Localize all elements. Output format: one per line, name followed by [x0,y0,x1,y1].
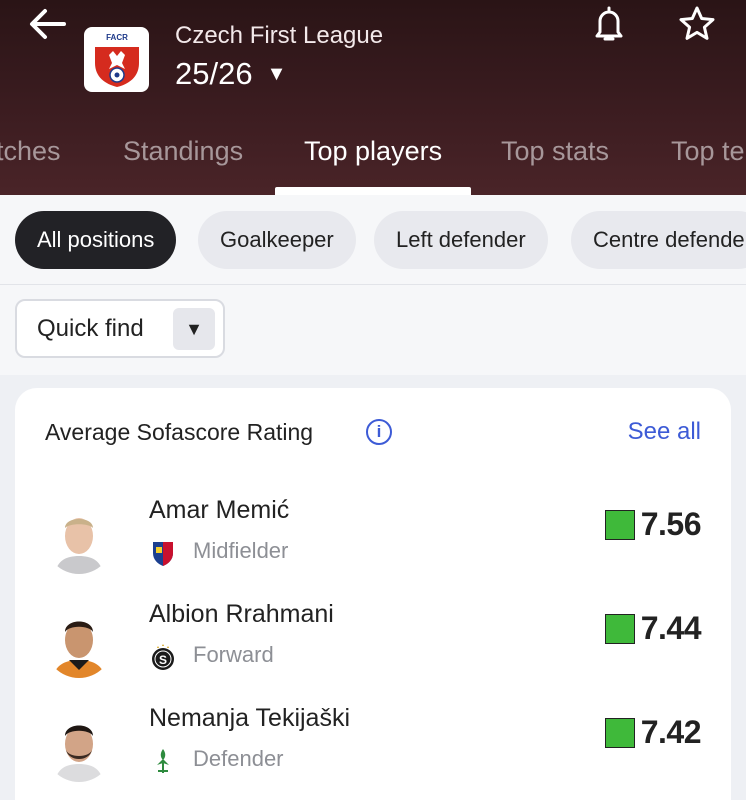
rating-color-square [604,509,635,540]
rating-value: 7.42 [640,714,702,750]
tab-top-players[interactable]: Top players [304,136,442,167]
season-selector[interactable]: 25/26 ▼ [175,56,286,92]
tab-matches[interactable]: tches [0,136,61,167]
dropdown-arrow-icon: ▼ [173,308,215,350]
league-name: Czech First League [175,22,384,49]
sparta-praha-crest-icon: S [151,643,175,671]
player-avatar [45,610,113,678]
quick-find-row: Quick find ▼ [0,285,746,375]
player-row[interactable]: Amar Memić Midfielder 7.56 [15,496,731,600]
active-tab-indicator [275,187,471,195]
average-rating-card: Average Sofascore Rating i See all Amar … [15,388,731,800]
player-row[interactable]: Albion Rrahmani S Forward 7.44 [15,600,731,704]
season-label: 25/26 [175,56,253,91]
notification-bell-button[interactable] [592,4,626,44]
league-header: FACR Czech First League 25/26 ▼ tches St… [0,0,746,195]
tab-top-stats[interactable]: Top stats [501,136,609,167]
filter-centre-defender[interactable]: Centre defende [571,211,746,269]
player-row[interactable]: Nemanja Tekijaški Defender 7.42 [15,704,731,800]
player-avatar [45,714,113,782]
player-position: Defender [193,746,284,771]
back-arrow-icon [30,9,66,39]
bell-icon [595,6,623,41]
tab-standings[interactable]: Standings [123,136,243,167]
position-filter-bar: All positions Goalkeeper Left defender C… [0,195,746,285]
star-icon [679,6,715,40]
favorite-button[interactable] [677,4,717,44]
chevron-down-icon: ▼ [266,62,287,85]
player-position: Forward [193,642,274,667]
back-button[interactable] [26,6,70,42]
rating-value: 7.56 [640,506,702,542]
filter-goalkeeper[interactable]: Goalkeeper [198,211,356,269]
quick-find-dropdown[interactable]: Quick find ▼ [15,299,225,358]
rating-badge: 7.56 [604,506,702,543]
svg-text:S: S [159,653,167,667]
viktoria-plzen-crest-icon [151,539,175,567]
info-icon[interactable]: i [366,419,392,445]
tab-bar: tches Standings Top players Top stats To… [0,128,746,195]
rating-color-square [604,613,635,644]
player-position: Midfielder [193,538,289,563]
player-name: Amar Memić [149,496,290,524]
player-avatar [45,506,113,574]
player-name: Albion Rrahmani [149,600,334,628]
bohemians-crest-icon [151,747,175,775]
rating-value: 7.44 [640,610,702,646]
quick-find-label: Quick find [37,314,144,342]
league-logo: FACR [84,27,149,92]
card-title: Average Sofascore Rating [45,419,314,445]
svg-text:FACR: FACR [106,33,128,42]
tab-top-teams[interactable]: Top te [671,136,745,167]
rating-color-square [604,717,635,748]
see-all-link[interactable]: See all [628,418,701,446]
player-name: Nemanja Tekijaški [149,704,351,732]
rating-badge: 7.44 [604,610,702,647]
rating-badge: 7.42 [604,714,702,751]
filter-left-defender[interactable]: Left defender [374,211,548,269]
filter-all-positions[interactable]: All positions [15,211,177,269]
